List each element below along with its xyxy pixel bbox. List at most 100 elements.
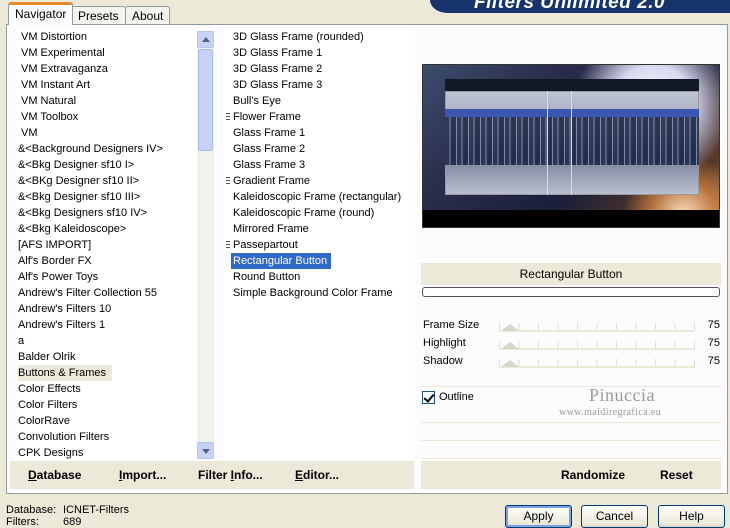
tab-navigator[interactable]: Navigator [8, 2, 74, 25]
import-button[interactable]: Import... [119, 461, 166, 489]
category-item[interactable]: VM Instant Art [17, 77, 197, 93]
category-item-label: Buttons & Frames [18, 365, 113, 381]
filter-item[interactable]: Glass Frame 2 [226, 141, 415, 157]
filter-item[interactable]: Round Button [226, 269, 415, 285]
param-shadow[interactable]: Shadow 75 [421, 353, 721, 371]
filter-item-label: Kaleidoscopic Frame (round) [233, 207, 375, 219]
slider-thumb[interactable] [501, 360, 519, 367]
outline-checkbox[interactable]: Outline [421, 389, 721, 407]
scroll-up-icon[interactable] [197, 31, 214, 48]
category-item[interactable]: VM Experimental [17, 45, 197, 61]
filter-item[interactable]: Glass Frame 3 [226, 157, 415, 173]
category-item-label: Alf's Power Toys [18, 271, 99, 283]
category-item-label: &<Bkg Kaleidoscope> [18, 223, 127, 235]
param-empty-row [421, 425, 721, 441]
category-item[interactable]: &<BKg Designer sf10 II> [17, 173, 197, 189]
filter-item-label: Mirrored Frame [233, 223, 309, 235]
category-item-label: &<BKg Designer sf10 II> [18, 175, 140, 187]
tab-about[interactable]: About [125, 6, 171, 24]
cancel-button[interactable]: Cancel [581, 505, 648, 528]
param-value: 75 [707, 337, 720, 349]
filter-item[interactable]: Kaleidoscopic Frame (rectangular) [226, 189, 415, 205]
right-button-bar: Randomize Reset [421, 461, 721, 489]
filter-item[interactable]: 3D Glass Frame 1 [226, 45, 415, 61]
help-button[interactable]: Help [658, 505, 725, 528]
filter-item[interactable]: Rectangular Button [226, 253, 415, 269]
category-item[interactable]: Buttons & Frames [17, 365, 197, 381]
category-scrollbar[interactable] [197, 31, 214, 459]
filter-item-label: Glass Frame 3 [233, 159, 306, 171]
filter-item[interactable]: Mirrored Frame [226, 221, 415, 237]
category-item-label: &<Bkg Designer sf10 III> [18, 191, 141, 203]
category-item-label: VM Extravaganza [21, 63, 108, 75]
category-item[interactable]: Convolution Filters [17, 429, 197, 445]
category-item[interactable]: Andrew's Filters 1 [17, 317, 197, 333]
category-item-label: Andrew's Filter Collection 55 [18, 287, 158, 299]
filter-item[interactable]: 3D Glass Frame (rounded) [226, 29, 415, 45]
category-item[interactable]: a [17, 333, 197, 349]
checkbox-check-icon[interactable] [422, 391, 435, 404]
slider-thumb[interactable] [501, 342, 519, 349]
category-item[interactable]: &<Bkg Designer sf10 I> [17, 157, 197, 173]
category-item[interactable]: VM Toolbox [17, 109, 197, 125]
param-frame-size[interactable]: Frame Size 75 [421, 317, 721, 335]
category-item[interactable]: VM Natural [17, 93, 197, 109]
filter-item[interactable]: 3D Glass Frame 3 [226, 77, 415, 93]
category-item-label: VM Natural [21, 95, 77, 107]
slider-thumb[interactable] [501, 324, 519, 331]
filter-item[interactable]: Kaleidoscopic Frame (round) [226, 205, 415, 221]
category-item[interactable]: VM [17, 125, 197, 141]
category-item[interactable]: CPK Designs [17, 445, 197, 459]
editor-button[interactable]: Editor... [295, 461, 339, 489]
filter-list[interactable]: 3D Glass Frame (rounded) 3D Glass Frame 1… [223, 29, 415, 459]
apply-button[interactable]: Apply [505, 505, 572, 528]
category-item-label: ColorRave [18, 415, 70, 427]
category-item-label: VM Experimental [21, 47, 105, 59]
category-item[interactable]: [AFS IMPORT] [17, 237, 197, 253]
filter-item[interactable]: 3D Glass Frame 2 [226, 61, 415, 77]
filter-item[interactable]: Glass Frame 1 [226, 125, 415, 141]
status-filters: Filters: 689 [6, 516, 82, 528]
category-item[interactable]: &<Background Designers IV> [17, 141, 197, 157]
category-item-label: VM Distortion [21, 31, 88, 43]
preview-filter-name: Rectangular Button [421, 263, 721, 285]
category-item[interactable]: Andrew's Filter Collection 55 [17, 285, 197, 301]
scroll-thumb[interactable] [198, 49, 213, 151]
category-item-label: Color Filters [18, 399, 78, 411]
progress-bar [422, 287, 720, 297]
category-item[interactable]: Color Filters [17, 397, 197, 413]
filter-item[interactable]: Flower Frame [226, 109, 415, 125]
tab-presets[interactable]: Presets [71, 6, 126, 24]
category-item[interactable]: Balder Olrik [17, 349, 197, 365]
category-item[interactable]: Alf's Power Toys [17, 269, 197, 285]
banner-title: Filters Unlimited 2.0 [474, 0, 666, 13]
category-item[interactable]: VM Extravaganza [17, 61, 197, 77]
category-item[interactable]: &<Bkg Designers sf10 IV> [17, 205, 197, 221]
category-list[interactable]: VM Distortion VM Experimental VM Extravaga… [17, 29, 197, 459]
filter-info-button[interactable]: Filter Info... [198, 461, 263, 489]
category-item-label: CPK Designs [18, 447, 84, 459]
filter-item[interactable]: Passepartout [226, 237, 415, 253]
category-item[interactable]: Color Effects [17, 381, 197, 397]
grip-icon [226, 113, 230, 122]
category-item[interactable]: Andrew's Filters 10 [17, 301, 197, 317]
category-item[interactable]: ColorRave [17, 413, 197, 429]
param-highlight[interactable]: Highlight 75 [421, 335, 721, 353]
grip-icon [226, 177, 230, 186]
param-value: 75 [707, 319, 720, 331]
param-label: Shadow [423, 355, 463, 367]
filter-item[interactable]: Bull's Eye [226, 93, 415, 109]
scroll-down-icon[interactable] [197, 442, 214, 459]
reset-button[interactable]: Reset [660, 461, 693, 489]
filter-item-label: Kaleidoscopic Frame (rectangular) [233, 191, 402, 203]
randomize-button[interactable]: Randomize [561, 461, 625, 489]
category-item[interactable]: VM Distortion [17, 29, 197, 45]
filter-item-label: 3D Glass Frame 1 [233, 47, 323, 59]
category-item[interactable]: &<Bkg Kaleidoscope> [17, 221, 197, 237]
database-button[interactable]: Database [28, 461, 81, 489]
category-item[interactable]: Alf's Border FX [17, 253, 197, 269]
filter-item[interactable]: Gradient Frame [226, 173, 415, 189]
category-item-label: Convolution Filters [18, 431, 110, 443]
category-item[interactable]: &<Bkg Designer sf10 III> [17, 189, 197, 205]
filter-item[interactable]: Simple Background Color Frame [226, 285, 415, 301]
